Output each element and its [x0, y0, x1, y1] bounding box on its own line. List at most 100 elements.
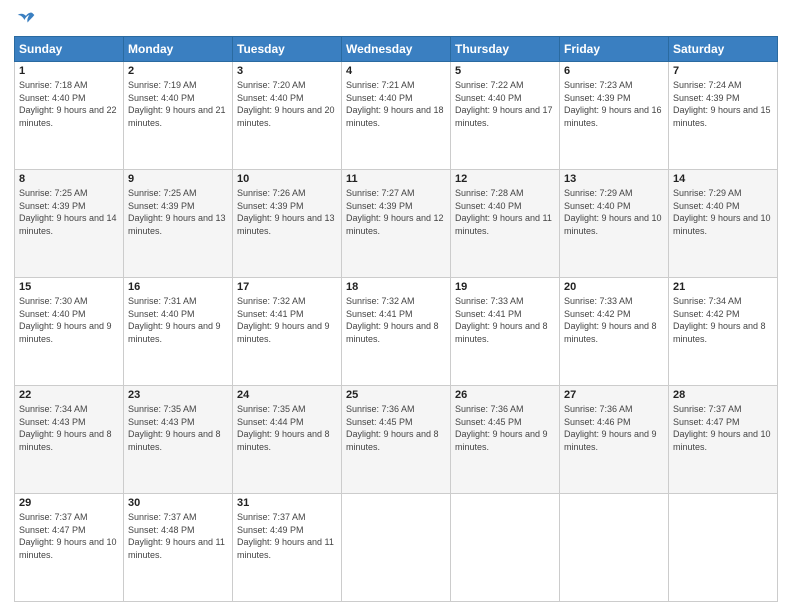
day-number: 4 [346, 65, 446, 77]
calendar-cell: 19 Sunrise: 7:33 AMSunset: 4:41 PMDayligh… [451, 278, 560, 386]
calendar-week-4: 22Sunrise: 7:34 AMSunset: 4:43 PMDayligh… [15, 386, 778, 494]
day-info: Sunrise: 7:21 AMSunset: 4:40 PMDaylight:… [346, 80, 444, 128]
day-number: 21 [673, 281, 773, 293]
day-number: 11 [346, 173, 446, 185]
weekday-header-monday: Monday [124, 37, 233, 62]
day-info: Sunrise: 7:37 AMSunset: 4:47 PMDaylight:… [673, 404, 771, 452]
calendar-cell: 23Sunrise: 7:35 AMSunset: 4:43 PMDayligh… [124, 386, 233, 494]
calendar-cell [342, 494, 451, 602]
calendar-cell: 18 Sunrise: 7:32 AMSunset: 4:41 PMDayligh… [342, 278, 451, 386]
calendar-cell: 1 Sunrise: 7:18 AMSunset: 4:40 PMDaylight… [15, 62, 124, 170]
day-number: 30 [128, 497, 228, 509]
calendar-cell: 24 Sunrise: 7:35 AMSunset: 4:44 PMDayligh… [233, 386, 342, 494]
day-info: Sunrise: 7:23 AMSunset: 4:39 PMDaylight:… [564, 80, 662, 128]
day-info: Sunrise: 7:32 AMSunset: 4:41 PMDaylight:… [346, 296, 439, 344]
weekday-header-wednesday: Wednesday [342, 37, 451, 62]
calendar-cell: 8 Sunrise: 7:25 AMSunset: 4:39 PMDaylight… [15, 170, 124, 278]
calendar-cell: 21 Sunrise: 7:34 AMSunset: 4:42 PMDayligh… [669, 278, 778, 386]
day-info: Sunrise: 7:34 AMSunset: 4:42 PMDaylight:… [673, 296, 766, 344]
day-number: 31 [237, 497, 337, 509]
weekday-header-sunday: Sunday [15, 37, 124, 62]
day-number: 3 [237, 65, 337, 77]
calendar-cell: 31Sunrise: 7:37 AMSunset: 4:49 PMDayligh… [233, 494, 342, 602]
day-info: Sunrise: 7:26 AMSunset: 4:39 PMDaylight:… [237, 188, 335, 236]
day-info: Sunrise: 7:20 AMSunset: 4:40 PMDaylight:… [237, 80, 335, 128]
day-number: 22 [19, 389, 119, 401]
day-number: 27 [564, 389, 664, 401]
day-info: Sunrise: 7:22 AMSunset: 4:40 PMDaylight:… [455, 80, 553, 128]
day-number: 5 [455, 65, 555, 77]
calendar-cell: 25 Sunrise: 7:36 AMSunset: 4:45 PMDayligh… [342, 386, 451, 494]
calendar-cell: 26 Sunrise: 7:36 AMSunset: 4:45 PMDayligh… [451, 386, 560, 494]
calendar-cell: 7Sunrise: 7:24 AMSunset: 4:39 PMDaylight… [669, 62, 778, 170]
calendar-cell: 10 Sunrise: 7:26 AMSunset: 4:39 PMDayligh… [233, 170, 342, 278]
logo-bird-icon [16, 10, 36, 30]
weekday-header-thursday: Thursday [451, 37, 560, 62]
day-number: 26 [455, 389, 555, 401]
calendar-week-5: 29 Sunrise: 7:37 AMSunset: 4:47 PMDayligh… [15, 494, 778, 602]
calendar-week-1: 1 Sunrise: 7:18 AMSunset: 4:40 PMDaylight… [15, 62, 778, 170]
day-number: 15 [19, 281, 119, 293]
weekday-header-saturday: Saturday [669, 37, 778, 62]
day-number: 6 [564, 65, 664, 77]
day-info: Sunrise: 7:19 AMSunset: 4:40 PMDaylight:… [128, 80, 226, 128]
day-number: 20 [564, 281, 664, 293]
weekday-header-friday: Friday [560, 37, 669, 62]
calendar-cell: 2 Sunrise: 7:19 AMSunset: 4:40 PMDaylight… [124, 62, 233, 170]
weekday-header-row: SundayMondayTuesdayWednesdayThursdayFrid… [15, 37, 778, 62]
calendar-cell: 13 Sunrise: 7:29 AMSunset: 4:40 PMDayligh… [560, 170, 669, 278]
calendar-cell: 16 Sunrise: 7:31 AMSunset: 4:40 PMDayligh… [124, 278, 233, 386]
day-number: 18 [346, 281, 446, 293]
calendar-cell: 30 Sunrise: 7:37 AMSunset: 4:48 PMDayligh… [124, 494, 233, 602]
day-info: Sunrise: 7:33 AMSunset: 4:41 PMDaylight:… [455, 296, 548, 344]
day-info: Sunrise: 7:27 AMSunset: 4:39 PMDaylight:… [346, 188, 444, 236]
day-info: Sunrise: 7:32 AMSunset: 4:41 PMDaylight:… [237, 296, 330, 344]
day-number: 1 [19, 65, 119, 77]
day-info: Sunrise: 7:36 AMSunset: 4:45 PMDaylight:… [346, 404, 439, 452]
day-info: Sunrise: 7:36 AMSunset: 4:45 PMDaylight:… [455, 404, 548, 452]
day-number: 25 [346, 389, 446, 401]
day-info: Sunrise: 7:31 AMSunset: 4:40 PMDaylight:… [128, 296, 221, 344]
day-info: Sunrise: 7:35 AMSunset: 4:44 PMDaylight:… [237, 404, 330, 452]
day-info: Sunrise: 7:29 AMSunset: 4:40 PMDaylight:… [673, 188, 771, 236]
calendar-cell: 17 Sunrise: 7:32 AMSunset: 4:41 PMDayligh… [233, 278, 342, 386]
calendar-week-2: 8 Sunrise: 7:25 AMSunset: 4:39 PMDaylight… [15, 170, 778, 278]
day-info: Sunrise: 7:25 AMSunset: 4:39 PMDaylight:… [19, 188, 117, 236]
day-number: 17 [237, 281, 337, 293]
day-number: 16 [128, 281, 228, 293]
page: SundayMondayTuesdayWednesdayThursdayFrid… [0, 0, 792, 612]
weekday-header-tuesday: Tuesday [233, 37, 342, 62]
calendar-table: SundayMondayTuesdayWednesdayThursdayFrid… [14, 36, 778, 602]
day-number: 9 [128, 173, 228, 185]
calendar-cell: 14 Sunrise: 7:29 AMSunset: 4:40 PMDayligh… [669, 170, 778, 278]
logo [14, 10, 36, 30]
calendar-cell [669, 494, 778, 602]
day-info: Sunrise: 7:37 AMSunset: 4:47 PMDaylight:… [19, 512, 117, 560]
calendar-cell: 22Sunrise: 7:34 AMSunset: 4:43 PMDayligh… [15, 386, 124, 494]
day-number: 24 [237, 389, 337, 401]
calendar-week-3: 15 Sunrise: 7:30 AMSunset: 4:40 PMDayligh… [15, 278, 778, 386]
day-number: 14 [673, 173, 773, 185]
calendar-cell: 3 Sunrise: 7:20 AMSunset: 4:40 PMDaylight… [233, 62, 342, 170]
day-info: Sunrise: 7:29 AMSunset: 4:40 PMDaylight:… [564, 188, 662, 236]
day-info: Sunrise: 7:18 AMSunset: 4:40 PMDaylight:… [19, 80, 117, 128]
day-number: 10 [237, 173, 337, 185]
day-number: 23 [128, 389, 228, 401]
day-number: 12 [455, 173, 555, 185]
day-info: Sunrise: 7:24 AMSunset: 4:39 PMDaylight:… [673, 80, 771, 128]
calendar-cell [451, 494, 560, 602]
calendar-cell: 29 Sunrise: 7:37 AMSunset: 4:47 PMDayligh… [15, 494, 124, 602]
day-number: 29 [19, 497, 119, 509]
calendar-cell: 12Sunrise: 7:28 AMSunset: 4:40 PMDayligh… [451, 170, 560, 278]
day-info: Sunrise: 7:36 AMSunset: 4:46 PMDaylight:… [564, 404, 657, 452]
calendar-cell: 27 Sunrise: 7:36 AMSunset: 4:46 PMDayligh… [560, 386, 669, 494]
calendar-cell: 4 Sunrise: 7:21 AMSunset: 4:40 PMDaylight… [342, 62, 451, 170]
day-info: Sunrise: 7:30 AMSunset: 4:40 PMDaylight:… [19, 296, 112, 344]
day-number: 8 [19, 173, 119, 185]
header [14, 10, 778, 30]
day-number: 13 [564, 173, 664, 185]
day-info: Sunrise: 7:37 AMSunset: 4:48 PMDaylight:… [128, 512, 225, 560]
day-number: 19 [455, 281, 555, 293]
day-number: 2 [128, 65, 228, 77]
calendar-cell: 28Sunrise: 7:37 AMSunset: 4:47 PMDayligh… [669, 386, 778, 494]
